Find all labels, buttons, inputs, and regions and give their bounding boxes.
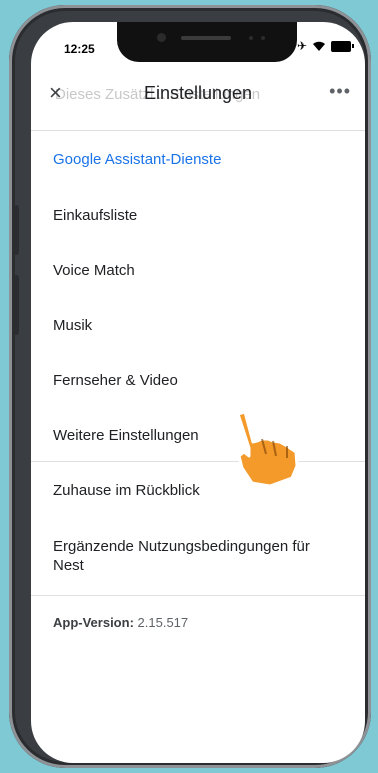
sensor-dot bbox=[249, 36, 253, 40]
battery-icon bbox=[331, 40, 354, 52]
list-item-nutzungsbedingungen[interactable]: Ergänzende Nutzungsbedingungen für Nest bbox=[53, 537, 333, 575]
wifi-icon bbox=[313, 41, 325, 51]
list-item-musik[interactable]: Musik bbox=[53, 316, 343, 335]
notch bbox=[117, 22, 297, 62]
header-divider bbox=[31, 130, 365, 131]
pointer-hand-icon bbox=[236, 410, 299, 488]
page-title: Einstellungen bbox=[143, 83, 253, 103]
section-title: Google Assistant-Dienste bbox=[53, 151, 222, 168]
speaker-grille bbox=[181, 36, 231, 40]
app-version-value: 2.15.517 bbox=[137, 615, 189, 630]
sensor-dot bbox=[261, 36, 265, 40]
app-header: Dieses Zusätzl... Einstellungen × Einste… bbox=[31, 76, 365, 116]
phone-frame: 12:25 ✈ Dieses Zusätzl... Einstellungen … bbox=[9, 5, 371, 768]
status-time: 12:25 bbox=[64, 42, 95, 56]
more-icon[interactable]: ••• bbox=[329, 81, 351, 102]
airplane-icon: ✈ bbox=[296, 39, 307, 53]
camera-icon bbox=[157, 33, 166, 42]
app-version: App-Version: 2.15.517 bbox=[53, 615, 188, 630]
list-item-einkaufsliste[interactable]: Einkaufsliste bbox=[53, 206, 343, 225]
status-icons: ✈ bbox=[296, 39, 354, 53]
volume-down-button bbox=[13, 275, 19, 335]
volume-up-button bbox=[13, 205, 19, 255]
section-divider bbox=[31, 461, 365, 462]
list-item-voice-match[interactable]: Voice Match bbox=[53, 261, 343, 280]
footer-divider bbox=[31, 595, 365, 596]
app-version-label: App-Version: bbox=[53, 615, 134, 630]
phone-screen: 12:25 ✈ Dieses Zusätzl... Einstellungen … bbox=[31, 22, 365, 763]
list-item-fernseher-video[interactable]: Fernseher & Video bbox=[53, 371, 343, 390]
